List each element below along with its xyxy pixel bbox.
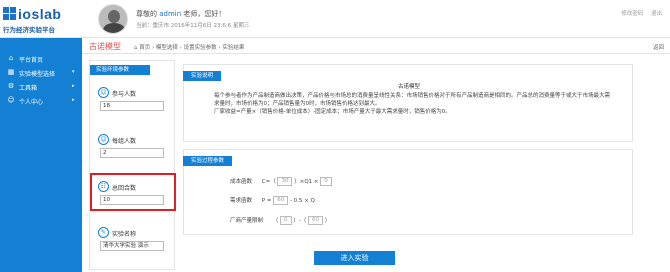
greeting: 尊敬的 admin 老师，您好！ [136, 10, 226, 18]
grid-icon: ▦ [7, 68, 15, 76]
intro-body: 每个参与者作为产品制造商做出决策，产品价格与市场总的消费量呈线性关系：市场销售价… [214, 93, 611, 115]
name-icon: ✎ [98, 227, 109, 238]
chevron-right-icon: ▸ [72, 83, 75, 89]
user-icon: ☺ [7, 96, 15, 104]
chevron-down-icon: ▾ [72, 69, 75, 75]
capacity-max-input[interactable]: 60 [308, 216, 324, 225]
sidebar: ⌂ 平台首页 ▦ 实验模型选择 ▾ ⚙ 工具箱 ▸ ☺ 个人中心 ▸ [0, 38, 82, 272]
demand-a-input[interactable]: 60 [273, 196, 289, 205]
cost-a-input[interactable]: 30 [277, 177, 293, 186]
main-content: 古诺模型 ⌂ 首页 › 模型选择 › 设置实验参数 › 实验结果 返回 实验环境… [82, 38, 670, 272]
capacity-row: 厂商产量限制 （ 0 ）-（ 60 ） [230, 216, 331, 225]
top-bar: ioslab 行为经济实验平台 尊敬的 admin 老师，您好！ 当前：重庆市 … [0, 0, 670, 38]
cost-function-row: 成本函数 C=（ 30 ）×Q1 × 0 [230, 177, 332, 186]
env-params-panel: 实验环境参数 ☺ 参与人数 18 ☺ 每组人数 2 ☷ 总回合数 10 ✎ 实验… [89, 60, 175, 270]
tools-icon: ⚙ [7, 82, 15, 90]
intro-tag: 实验说明 [183, 71, 222, 81]
group-size-input[interactable]: 2 [100, 148, 164, 158]
process-tag: 实验过程参数 [183, 156, 233, 166]
capacity-min-input[interactable]: 0 [280, 216, 292, 225]
change-password-link[interactable]: 修改密码 [621, 11, 643, 17]
avatar[interactable] [98, 4, 128, 34]
logo: ioslab 行为经济实验平台 [0, 0, 82, 38]
session-info: 当前：重庆市 2016年11月6日 23:6:6 星期三 [136, 23, 250, 29]
chevron-right-icon: ▸ [72, 97, 75, 103]
top-links: 修改密码 退出 [615, 9, 662, 17]
back-link[interactable]: 返回 [653, 43, 664, 51]
page-header: 古诺模型 ⌂ 首页 › 模型选择 › 设置实验参数 › 实验结果 返回 [82, 38, 670, 54]
page-title: 古诺模型 [89, 42, 121, 51]
intro-title: 古诺模型 [397, 84, 420, 90]
group-icon: ☺ [98, 134, 109, 145]
logo-subtitle: 行为经济实验平台 [3, 26, 55, 34]
sidebar-item-home[interactable]: ⌂ 平台首页 [0, 52, 82, 64]
user-name-link[interactable]: admin [159, 10, 181, 18]
participants-input[interactable]: 18 [100, 101, 164, 111]
logo-text: ioslab [18, 6, 62, 22]
intro-card: 实验说明 古诺模型 每个参与者作为产品制造商做出决策，产品价格与市场总的消费量呈… [183, 64, 633, 142]
person-icon: ☺ [98, 87, 109, 98]
highlight-box [90, 173, 176, 211]
process-card: 实验过程参数 成本函数 C=（ 30 ）×Q1 × 0 需求函数 P = 60 … [183, 149, 633, 235]
demand-function-row: 需求函数 P = 60 - 0.5 × Q [230, 196, 315, 205]
enter-experiment-button[interactable]: 进入实验 [314, 251, 395, 265]
experiment-name-input[interactable]: 清华大学实验 演示 [100, 241, 164, 251]
sidebar-item-toolbox[interactable]: ⚙ 工具箱 ▸ [0, 80, 82, 92]
logo-mark-icon [3, 7, 16, 20]
env-params-tag: 实验环境参数 [90, 65, 150, 75]
cost-b-input[interactable]: 0 [320, 177, 332, 186]
breadcrumb[interactable]: ⌂ 首页 › 模型选择 › 设置实验参数 › 实验结果 [134, 43, 244, 51]
home-icon: ⌂ [8, 54, 14, 62]
logout-link[interactable]: 退出 [651, 11, 662, 17]
sidebar-item-model-select[interactable]: ▦ 实验模型选择 ▾ [0, 66, 82, 78]
sidebar-item-profile[interactable]: ☺ 个人中心 ▸ [0, 94, 82, 106]
